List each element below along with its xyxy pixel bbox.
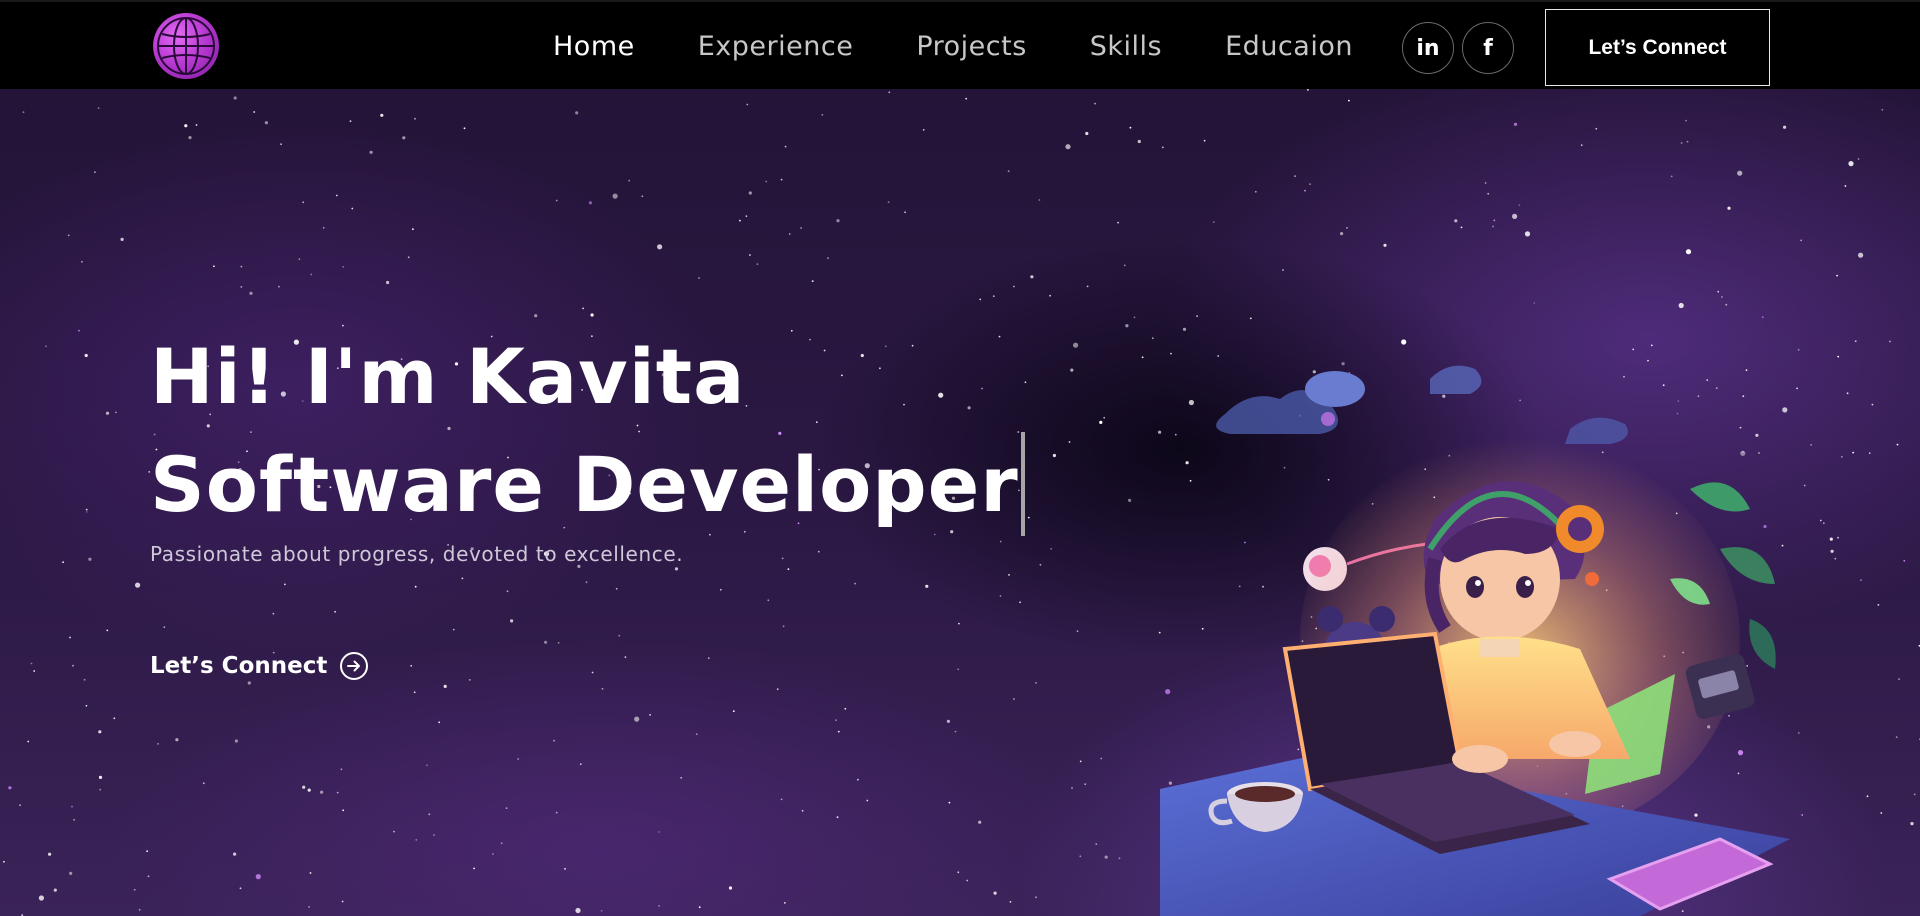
nav-link-education[interactable]: Educaion — [1225, 31, 1353, 62]
hero-connect-label: Let’s Connect — [150, 653, 328, 679]
nav-link-home[interactable]: Home — [553, 31, 635, 62]
hero-tagline: Passionate about progress, devoted to ex… — [150, 542, 684, 566]
nav-link-experience[interactable]: Experience — [698, 31, 854, 62]
hero-title: Hi! I'm Kavita Software Developer — [150, 323, 1025, 542]
page: Home Experience Projects Skills Educaion… — [0, 0, 1920, 916]
hero-section: Hi! I'm Kavita Software Developer Passio… — [0, 89, 1920, 916]
globe-icon[interactable] — [153, 13, 219, 79]
linkedin-button[interactable]: in — [1402, 22, 1454, 74]
nav-link-skills[interactable]: Skills — [1090, 31, 1162, 62]
nav-link-projects[interactable]: Projects — [916, 31, 1026, 62]
navbar: Home Experience Projects Skills Educaion… — [0, 0, 1920, 89]
linkedin-icon: in — [1416, 35, 1440, 61]
typing-caret — [1020, 432, 1025, 536]
developer-illustration — [1160, 365, 1790, 916]
hero-greeting: Hi! I'm Kavita — [150, 332, 746, 421]
hero-connect-link[interactable]: Let’s Connect — [150, 651, 369, 681]
facebook-icon: f — [1483, 35, 1493, 61]
hero-role: Software Developer — [150, 440, 1019, 529]
arrow-circle-right-icon — [340, 652, 369, 680]
nav-links: Home Experience Projects Skills Educaion — [553, 26, 1353, 66]
connect-button[interactable]: Let’s Connect — [1545, 9, 1770, 86]
facebook-button[interactable]: f — [1462, 22, 1514, 74]
